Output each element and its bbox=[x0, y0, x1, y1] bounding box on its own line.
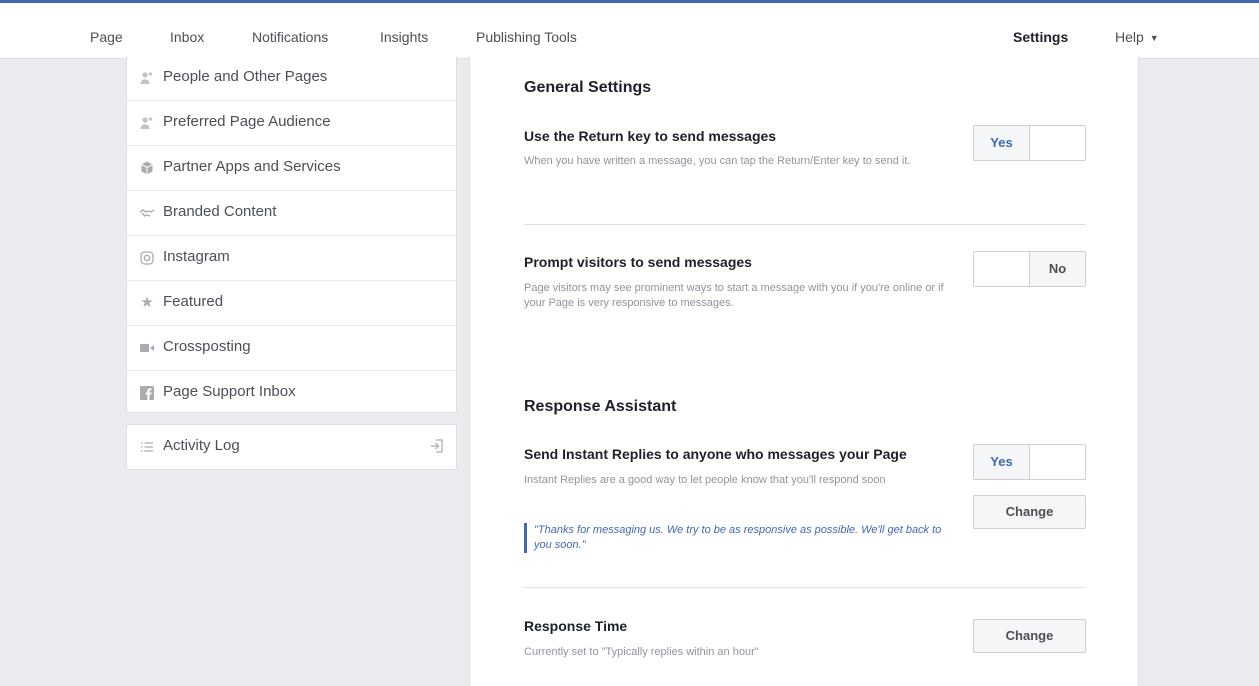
general-settings-title: General Settings bbox=[524, 79, 652, 96]
return-key-setting-desc: When you have written a message, you can… bbox=[524, 155, 911, 167]
toggle-no[interactable]: No bbox=[1029, 252, 1085, 286]
sidebar-item-label: Instagram bbox=[163, 248, 230, 265]
divider bbox=[524, 587, 1086, 588]
caret-down-icon: ▼ bbox=[1149, 33, 1159, 43]
star-icon: ★ bbox=[140, 294, 154, 311]
sidebar-item-crossposting[interactable]: Crossposting bbox=[127, 326, 456, 371]
instant-replies-toggle[interactable]: Yes bbox=[973, 444, 1086, 480]
top-nav: Page Inbox Notifications Insights Publis… bbox=[0, 0, 1259, 59]
response-time-setting-desc: Currently set to "Typically replies with… bbox=[524, 646, 759, 658]
nav-help-label: Help bbox=[1115, 29, 1144, 45]
settings-sidebar: People and Other Pages Preferred Page Au… bbox=[126, 56, 457, 413]
nav-page[interactable]: Page bbox=[90, 3, 123, 59]
video-camera-icon bbox=[139, 340, 155, 356]
prompt-visitors-setting-desc: Page visitors may see prominent ways to … bbox=[524, 282, 944, 309]
people-icon bbox=[139, 70, 155, 86]
people-icon bbox=[139, 115, 155, 131]
open-external-icon[interactable] bbox=[430, 438, 444, 454]
sidebar-item-label: Crossposting bbox=[163, 338, 251, 355]
sidebar-item-instagram[interactable]: Instagram bbox=[127, 236, 456, 281]
instant-replies-setting-desc: Instant Replies are a good way to let pe… bbox=[524, 474, 886, 486]
list-icon bbox=[139, 439, 155, 455]
divider bbox=[524, 224, 1086, 225]
sidebar-item-label: Featured bbox=[163, 293, 224, 310]
toggle-yes[interactable]: Yes bbox=[974, 445, 1030, 479]
sidebar-item-partner-apps-and-services[interactable]: Partner Apps and Services bbox=[127, 146, 456, 191]
handshake-icon bbox=[139, 205, 155, 221]
sidebar-item-label: Page Support Inbox bbox=[163, 383, 296, 400]
sidebar-item-branded-content[interactable]: Branded Content bbox=[127, 191, 456, 236]
prompt-visitors-setting-title: Prompt visitors to send messages bbox=[524, 254, 752, 270]
sidebar-item-preferred-page-audience[interactable]: Preferred Page Audience bbox=[127, 101, 456, 146]
nav-help[interactable]: Help ▼ bbox=[1115, 3, 1159, 59]
nav-inbox[interactable]: Inbox bbox=[170, 3, 204, 59]
return-key-toggle[interactable]: Yes bbox=[973, 125, 1086, 161]
sidebar-item-label: Preferred Page Audience bbox=[163, 113, 331, 130]
sidebar-item-activity-log[interactable]: Activity Log bbox=[127, 425, 456, 469]
instant-reply-message-preview: "Thanks for messaging us. We try to be a… bbox=[524, 523, 954, 553]
sidebar-item-label: Partner Apps and Services bbox=[163, 158, 341, 175]
messaging-settings-panel: General Settings Use the Return key to s… bbox=[469, 56, 1139, 686]
sidebar-item-people-and-other-pages[interactable]: People and Other Pages bbox=[127, 56, 456, 101]
nav-settings[interactable]: Settings bbox=[1013, 3, 1068, 59]
instagram-icon bbox=[139, 250, 155, 266]
response-assistant-title: Response Assistant bbox=[524, 398, 677, 415]
sidebar-item-label: Branded Content bbox=[163, 203, 277, 220]
sidebar-item-label: People and Other Pages bbox=[163, 68, 328, 85]
change-response-time-button[interactable]: Change bbox=[973, 619, 1086, 653]
instant-replies-setting-title: Send Instant Replies to anyone who messa… bbox=[524, 446, 907, 462]
response-time-setting-title: Response Time bbox=[524, 618, 628, 634]
nav-publishing-tools[interactable]: Publishing Tools bbox=[476, 3, 577, 59]
facebook-icon bbox=[139, 385, 155, 401]
change-instant-reply-button[interactable]: Change bbox=[973, 495, 1086, 529]
return-key-setting-title: Use the Return key to send messages bbox=[524, 128, 777, 144]
activity-log-card[interactable]: Activity Log bbox=[126, 424, 457, 470]
nav-notifications[interactable]: Notifications bbox=[252, 3, 328, 59]
sidebar-item-featured[interactable]: ★ Featured bbox=[127, 281, 456, 326]
nav-insights[interactable]: Insights bbox=[380, 3, 428, 59]
sidebar-item-label: Activity Log bbox=[163, 437, 240, 454]
prompt-visitors-toggle[interactable]: No bbox=[973, 251, 1086, 287]
toggle-yes[interactable]: Yes bbox=[974, 126, 1030, 160]
cube-icon bbox=[139, 160, 155, 176]
sidebar-item-page-support-inbox[interactable]: Page Support Inbox bbox=[127, 371, 456, 416]
